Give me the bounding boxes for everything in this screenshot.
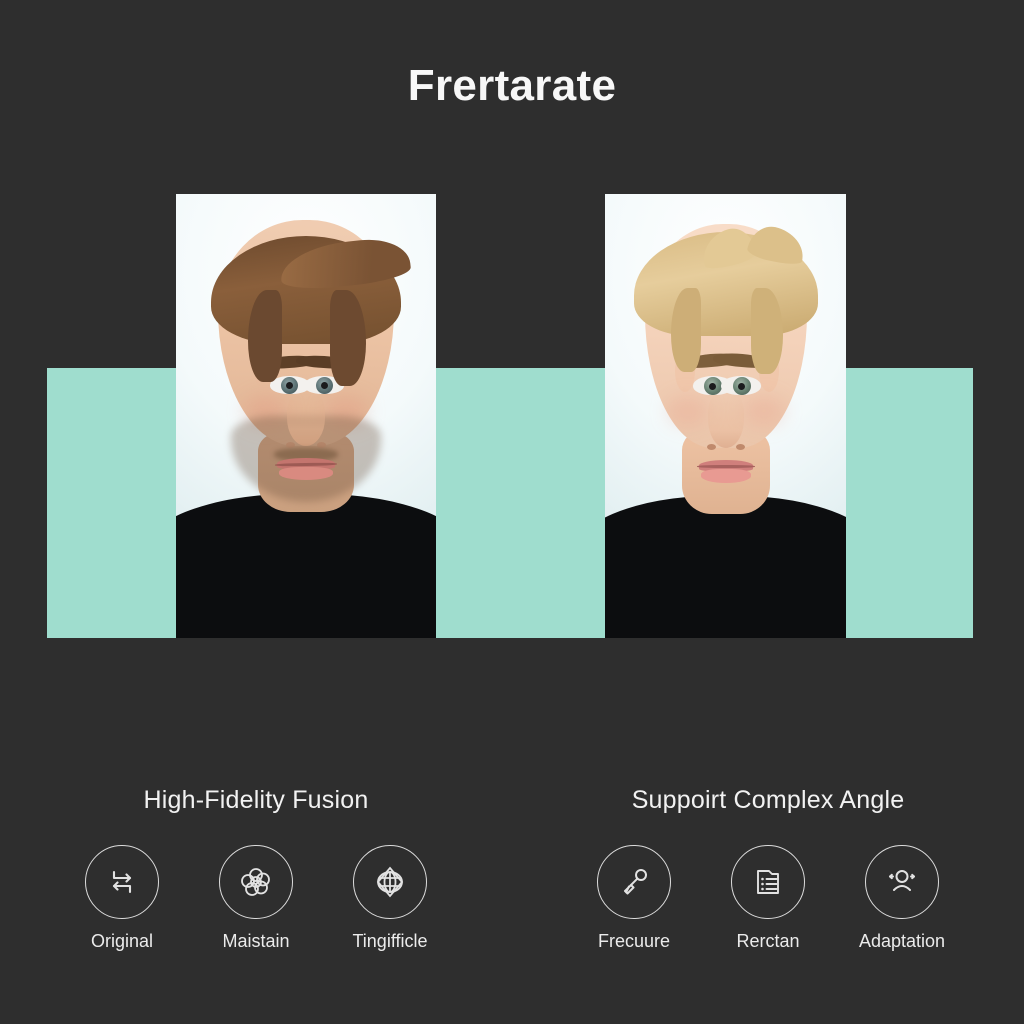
pen-tool-icon (597, 845, 671, 919)
swap-arrows-icon (85, 845, 159, 919)
feature-item-adaptation[interactable]: Adaptation (856, 845, 948, 952)
feature-item-label: Maistain (222, 931, 290, 951)
torso (605, 496, 846, 638)
nose (707, 390, 744, 448)
feature-item-rerctan[interactable]: Rerctan (722, 845, 814, 952)
pupil-left (286, 382, 293, 389)
nostril-left (286, 442, 295, 448)
globe-icon (353, 845, 427, 919)
lower-lip (279, 467, 333, 480)
page-title: Frertarate (407, 61, 617, 110)
feature-item-label: Adaptation (858, 931, 946, 951)
face (211, 220, 412, 502)
face (633, 222, 818, 483)
icon-row: Frecuure Rerctan Adaptation (588, 845, 948, 952)
pupil-right (321, 382, 328, 389)
feature-item-original[interactable]: Original (76, 845, 168, 952)
cheek-left (666, 396, 709, 426)
cheek-right (742, 396, 785, 426)
user-adapt-icon (865, 845, 939, 919)
nostril-right (317, 442, 326, 448)
feature-heading: High-Fidelity Fusion (143, 786, 369, 814)
document-list-icon (731, 845, 805, 919)
nostril-right (735, 444, 745, 450)
features-section: High-Fidelity Fusion Original Maistain T… (0, 768, 1024, 1024)
comparison-stage (0, 160, 1024, 660)
feature-item-label: Tingifficle (352, 931, 428, 951)
after-portrait[interactable] (605, 194, 846, 638)
app-root: Frertarate High-Fidelity Fusion Original… (0, 0, 1024, 1024)
feature-column-angle: Suppoirt Complex Angle Frecuure Rerctan … (512, 768, 1024, 1024)
feature-item-maistain[interactable]: Maistain (210, 845, 302, 952)
feature-column-fusion: High-Fidelity Fusion Original Maistain T… (0, 768, 512, 1024)
feature-heading: Suppoirt Complex Angle (631, 786, 905, 814)
torso (176, 494, 436, 638)
hair-side-left (248, 290, 282, 382)
feature-item-label: Frecuure (597, 931, 671, 951)
mouth-line (696, 465, 755, 468)
feature-item-frecuure[interactable]: Frecuure (588, 845, 680, 952)
before-portrait[interactable] (176, 194, 436, 638)
molecule-cluster-icon (219, 845, 293, 919)
hair-side-left (670, 288, 701, 372)
pupil-left (708, 383, 716, 390)
pupil-right (737, 383, 745, 390)
lower-lip (700, 469, 751, 483)
icon-row: Original Maistain Tingifficle (76, 845, 436, 952)
nose (287, 390, 325, 446)
feature-item-label: Rerctan (736, 931, 800, 951)
nostril-left (706, 444, 716, 450)
feature-item-label: Original (90, 931, 154, 951)
feature-item-tingifficle[interactable]: Tingifficle (344, 845, 436, 952)
